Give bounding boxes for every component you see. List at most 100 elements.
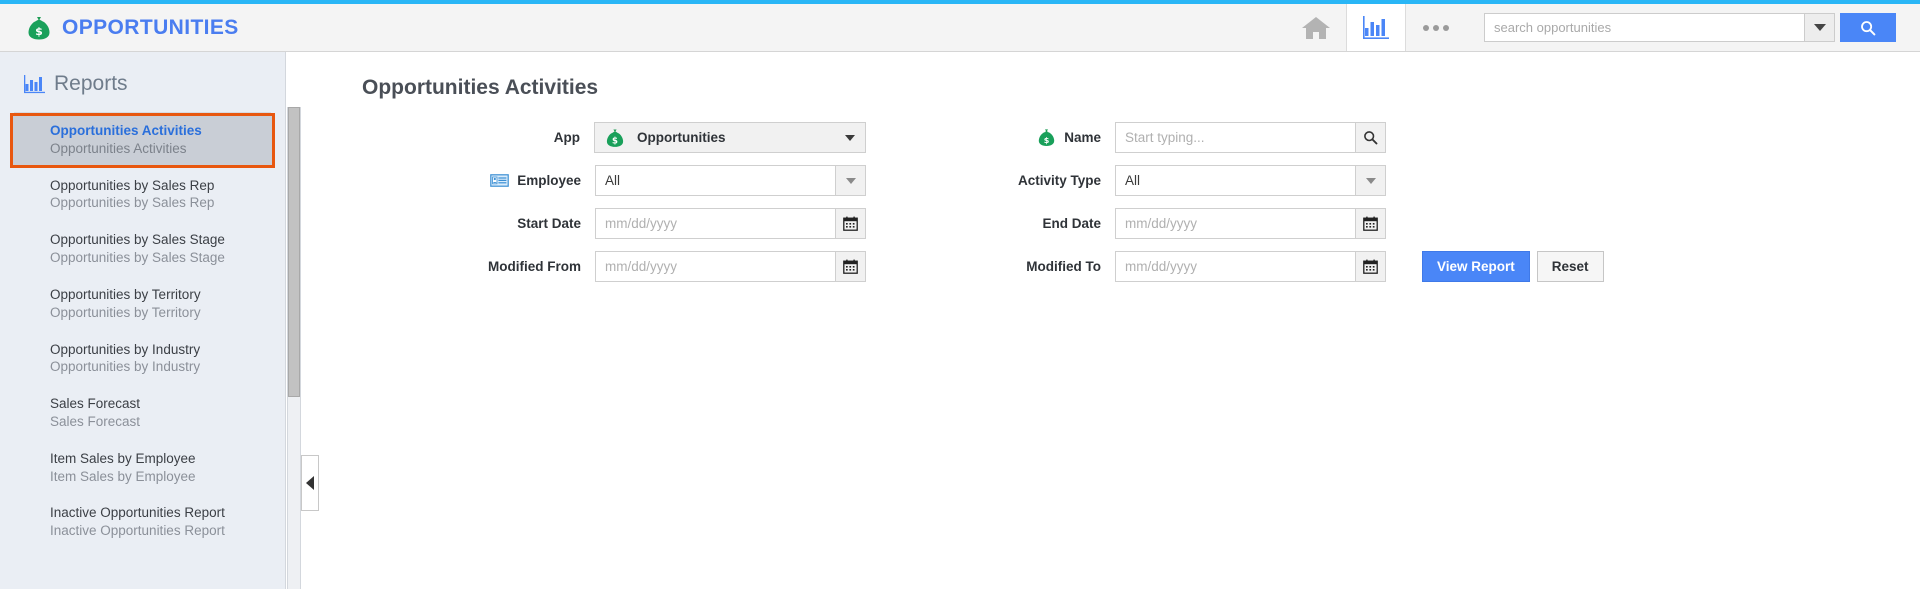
top-navigation-bar: $ OPPORTUNITIES (0, 0, 1920, 52)
bar-chart-icon (24, 74, 45, 94)
field-start-date: Start Date (341, 208, 866, 239)
start-date-calendar-button[interactable] (835, 208, 866, 239)
end-date-input[interactable] (1115, 208, 1355, 239)
sidebar-item-subtitle: Opportunities by Territory (50, 304, 201, 320)
sidebar-item-title: Item Sales by Employee (50, 450, 196, 466)
field-app: App $ Opportunities (341, 122, 866, 153)
search-submit-button[interactable] (1840, 13, 1896, 42)
modified-to-calendar-button[interactable] (1355, 251, 1386, 282)
sidebar-item-title: Opportunities by Sales Rep (50, 177, 215, 193)
sidebar-item-subtitle: Opportunities by Industry (50, 359, 201, 375)
global-search (1484, 13, 1896, 42)
report-list: Opportunities Activities Opportunities Ac… (0, 113, 285, 550)
chevron-down-icon (1813, 24, 1826, 31)
app-select-value: Opportunities (637, 130, 726, 145)
chevron-left-icon (306, 476, 314, 490)
sidebar-item-report[interactable]: Opportunities by Territory Opportunities … (0, 277, 285, 332)
sidebar-heading-label: Reports (54, 72, 128, 95)
search-input[interactable] (1484, 13, 1804, 42)
application-window: $ OPPORTUNITIES search opportunities Rep… (0, 0, 1920, 589)
sidebar-item-report[interactable]: Inactive Opportunities Report Inactive Op… (0, 495, 285, 550)
modified-to-input[interactable] (1115, 251, 1355, 282)
money-bag-icon: $ (605, 128, 625, 148)
sidebar-item-title: Opportunities by Territory (50, 286, 201, 302)
id-card-icon (490, 171, 510, 190)
employee-select-input[interactable] (595, 165, 835, 196)
calendar-icon (1363, 216, 1378, 231)
svg-text:$: $ (1044, 136, 1050, 145)
calendar-icon (1363, 259, 1378, 274)
field-modified-from: Modified From (341, 251, 866, 282)
field-end-date-label: End Date (1042, 216, 1101, 231)
more-menu-button[interactable] (1406, 4, 1466, 51)
field-employee-label: Employee (341, 171, 595, 190)
reports-sidebar: Reports Opportunities Activities Opportun… (0, 52, 286, 589)
field-modified-to-label: Modified To (1026, 259, 1101, 274)
search-scope-dropdown[interactable] (1804, 13, 1835, 42)
field-employee-label-text: Employee (517, 173, 581, 188)
sidebar-item-title: Opportunities by Sales Stage (50, 232, 225, 248)
field-modified-to: Modified To (866, 251, 1386, 282)
sidebar-item-title: Opportunities by Industry (50, 341, 201, 357)
reports-button[interactable] (1346, 4, 1406, 51)
modified-from-input[interactable] (595, 251, 835, 282)
modified-from-calendar-button[interactable] (835, 251, 866, 282)
bar-chart-icon (1363, 15, 1389, 40)
sidebar-item-report[interactable]: Opportunities by Sales Rep Opportunities … (0, 168, 285, 223)
sidebar-item-subtitle: Sales Forecast (50, 413, 141, 429)
name-input[interactable] (1115, 122, 1355, 153)
main-content: Opportunities Activities App $ Opportuni… (321, 52, 1920, 589)
field-activity-type: Activity Type (866, 165, 1386, 196)
reset-button[interactable]: Reset (1536, 251, 1604, 282)
sidebar-item-report[interactable]: Sales Forecast Sales Forecast (0, 386, 285, 441)
sidebar-collapse-button[interactable] (301, 455, 319, 511)
field-modified-from-label: Modified From (488, 259, 581, 274)
start-date-input[interactable] (595, 208, 835, 239)
brand[interactable]: $ OPPORTUNITIES (0, 15, 239, 41)
calendar-icon (843, 216, 858, 231)
activity-type-dropdown-button[interactable] (1355, 165, 1386, 196)
field-app-label: App (553, 130, 580, 145)
calendar-icon (843, 259, 858, 274)
sidebar-item-report[interactable]: Item Sales by Employee Item Sales by Empl… (0, 441, 285, 496)
sidebar-item-title: Inactive Opportunities Report (50, 505, 225, 521)
activity-type-select-input[interactable] (1115, 165, 1355, 196)
caret-down-icon (845, 135, 855, 141)
sidebar-item-subtitle: Inactive Opportunities Report (50, 523, 225, 539)
form-actions: View Report Reset (1422, 251, 1604, 282)
svg-text:$: $ (35, 25, 43, 38)
sidebar-item-subtitle: Opportunities by Sales Stage (50, 250, 225, 266)
brand-title: OPPORTUNITIES (62, 15, 239, 39)
caret-down-icon (1365, 177, 1376, 184)
caret-down-icon (845, 177, 856, 184)
sidebar-item-report[interactable]: Opportunities by Industry Opportunities b… (0, 332, 285, 387)
field-employee: Employee (341, 165, 866, 196)
end-date-calendar-button[interactable] (1355, 208, 1386, 239)
money-bag-icon: $ (26, 15, 52, 41)
app-select[interactable]: $ Opportunities (594, 122, 866, 153)
search-icon (1860, 20, 1876, 36)
sidebar-item-title: Sales Forecast (50, 396, 141, 412)
sidebar-item-title: Opportunities Activities (50, 123, 202, 138)
field-start-date-label: Start Date (517, 216, 581, 231)
form-row-start-end-date: Start Date mm/dd/yyyy End Date mm/dd/yyy… (341, 208, 1920, 239)
home-button[interactable] (1286, 4, 1346, 51)
money-bag-icon: $ (1037, 128, 1056, 147)
field-name: $ Name (866, 122, 1386, 153)
form-row-app-name: App $ Opportunities $ Name Start typing.… (341, 122, 1920, 153)
field-name-label-text: Name (1064, 130, 1101, 145)
sidebar-scrollbar-track[interactable] (287, 107, 301, 589)
sidebar-scrollbar-thumb[interactable] (288, 107, 300, 397)
view-report-button[interactable]: View Report (1422, 251, 1530, 282)
sidebar-item-subtitle: Opportunities by Sales Rep (50, 195, 215, 211)
field-name-label: $ Name (866, 128, 1115, 147)
sidebar-item-report[interactable]: Opportunities Activities Opportunities Ac… (10, 113, 275, 168)
name-search-button[interactable] (1355, 122, 1386, 153)
sidebar-item-subtitle: Item Sales by Employee (50, 468, 196, 484)
field-end-date: End Date (866, 208, 1386, 239)
home-icon (1301, 15, 1331, 41)
employee-select-dropdown-button[interactable] (835, 165, 866, 196)
field-activity-type-label: Activity Type (1017, 173, 1101, 188)
search-icon (1363, 130, 1378, 145)
sidebar-item-report[interactable]: Opportunities by Sales Stage Opportunitie… (0, 222, 285, 277)
